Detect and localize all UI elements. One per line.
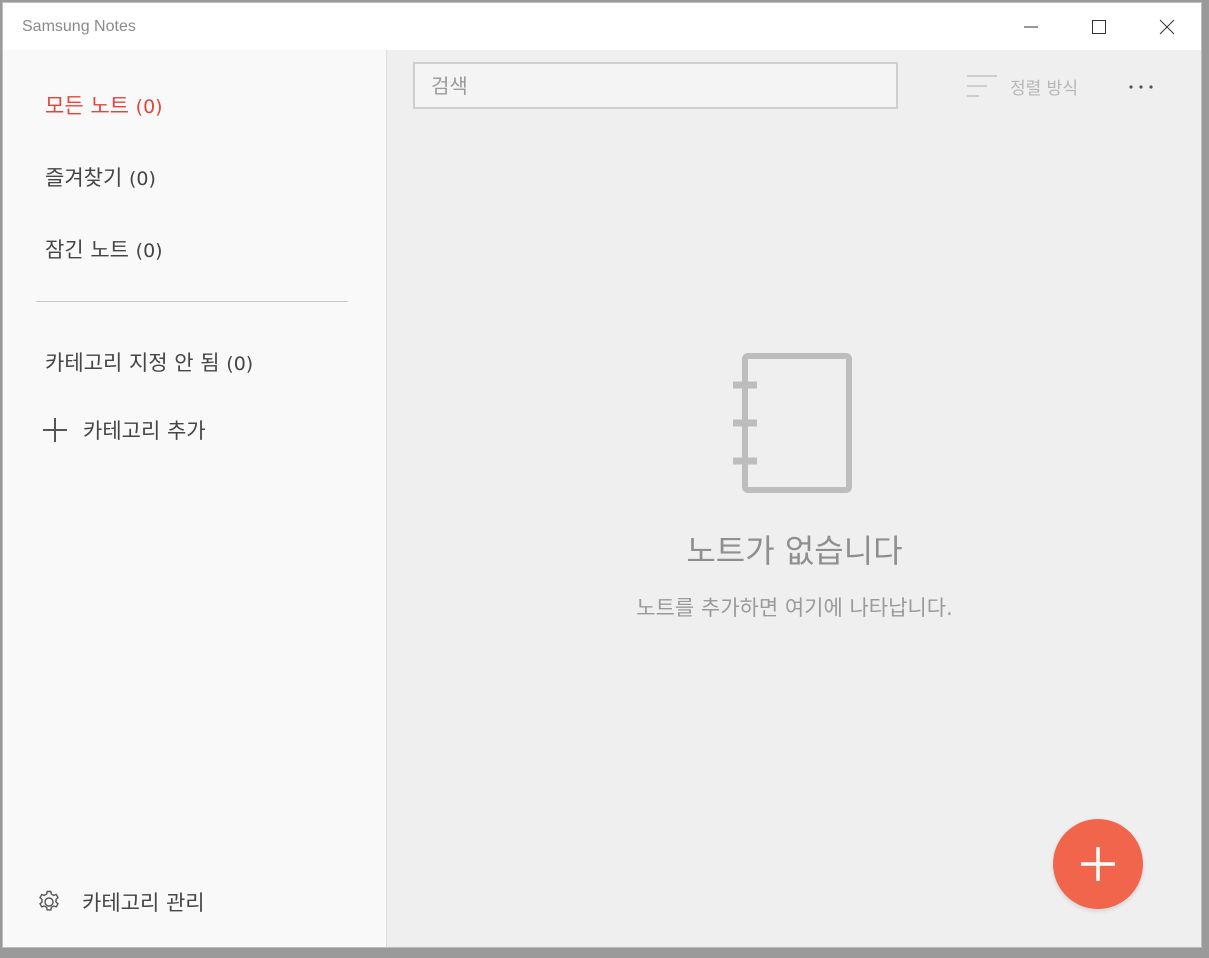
more-options-button[interactable]: [1121, 70, 1161, 104]
sort-label: 정렬 방식: [1010, 78, 1078, 99]
sidebar-item-locked-notes[interactable]: 잠긴 노트 (0): [45, 234, 163, 264]
manage-categories-button[interactable]: 카테고리 관리: [36, 886, 205, 918]
sidebar-item-uncategorized[interactable]: 카테고리 지정 안 됨 (0): [45, 347, 253, 377]
sidebar-item-label: 잠긴 노트: [45, 238, 129, 262]
sidebar-item-count: (0): [128, 168, 156, 190]
title-bar[interactable]: Samsung Notes: [3, 3, 1201, 50]
sidebar-item-label: 카테고리 지정 안 됨: [45, 351, 220, 375]
close-icon: [1159, 19, 1175, 34]
sidebar-item-count: (0): [135, 96, 163, 118]
minimize-button[interactable]: [997, 3, 1065, 50]
gear-icon: [39, 890, 59, 911]
add-category-label: 카테고리 추가: [83, 419, 206, 443]
plus-icon: [1081, 847, 1115, 881]
close-button[interactable]: [1133, 3, 1201, 50]
sidebar-item-label: 모든 노트: [45, 94, 129, 118]
plus-icon: [43, 418, 67, 442]
more-dots-icon: [1129, 85, 1153, 89]
sort-button[interactable]: 정렬 방식: [966, 68, 1078, 104]
add-note-button[interactable]: [1053, 819, 1143, 909]
sidebar: 모든 노트 (0) 즐겨찾기 (0) 잠긴 노트 (0) 카테고리 지정 안 됨…: [3, 50, 387, 947]
sidebar-item-all-notes[interactable]: 모든 노트 (0): [45, 90, 163, 120]
sidebar-item-count: (0): [135, 240, 163, 262]
sidebar-item-favorites[interactable]: 즐겨찾기 (0): [45, 162, 156, 192]
search-input[interactable]: [413, 62, 898, 109]
add-category-button[interactable]: 카테고리 추가: [41, 414, 206, 446]
empty-state-title: 노트가 없습니다: [686, 532, 903, 570]
notebook-icon: [733, 353, 852, 493]
minimize-icon: [1024, 26, 1038, 27]
maximize-button[interactable]: [1065, 3, 1133, 50]
maximize-icon: [1092, 19, 1106, 34]
manage-categories-label: 카테고리 관리: [82, 891, 205, 915]
sort-lines-icon: [967, 75, 997, 97]
sidebar-item-count: (0): [226, 353, 254, 375]
empty-state-subtitle: 노트를 추가하면 여기에 나타납니다.: [636, 596, 953, 620]
app-window: Samsung Notes 모든 노트 (0) 즐겨찾기 (0) 잠긴 노트 (…: [2, 2, 1202, 948]
main-panel: 정렬 방식 노트가 없습니다 노트를 추가하면 여기에 나타납니다.: [387, 50, 1201, 947]
window-title: Samsung Notes: [22, 18, 136, 35]
sidebar-item-label: 즐겨찾기: [45, 166, 123, 190]
sidebar-divider: [36, 301, 348, 302]
